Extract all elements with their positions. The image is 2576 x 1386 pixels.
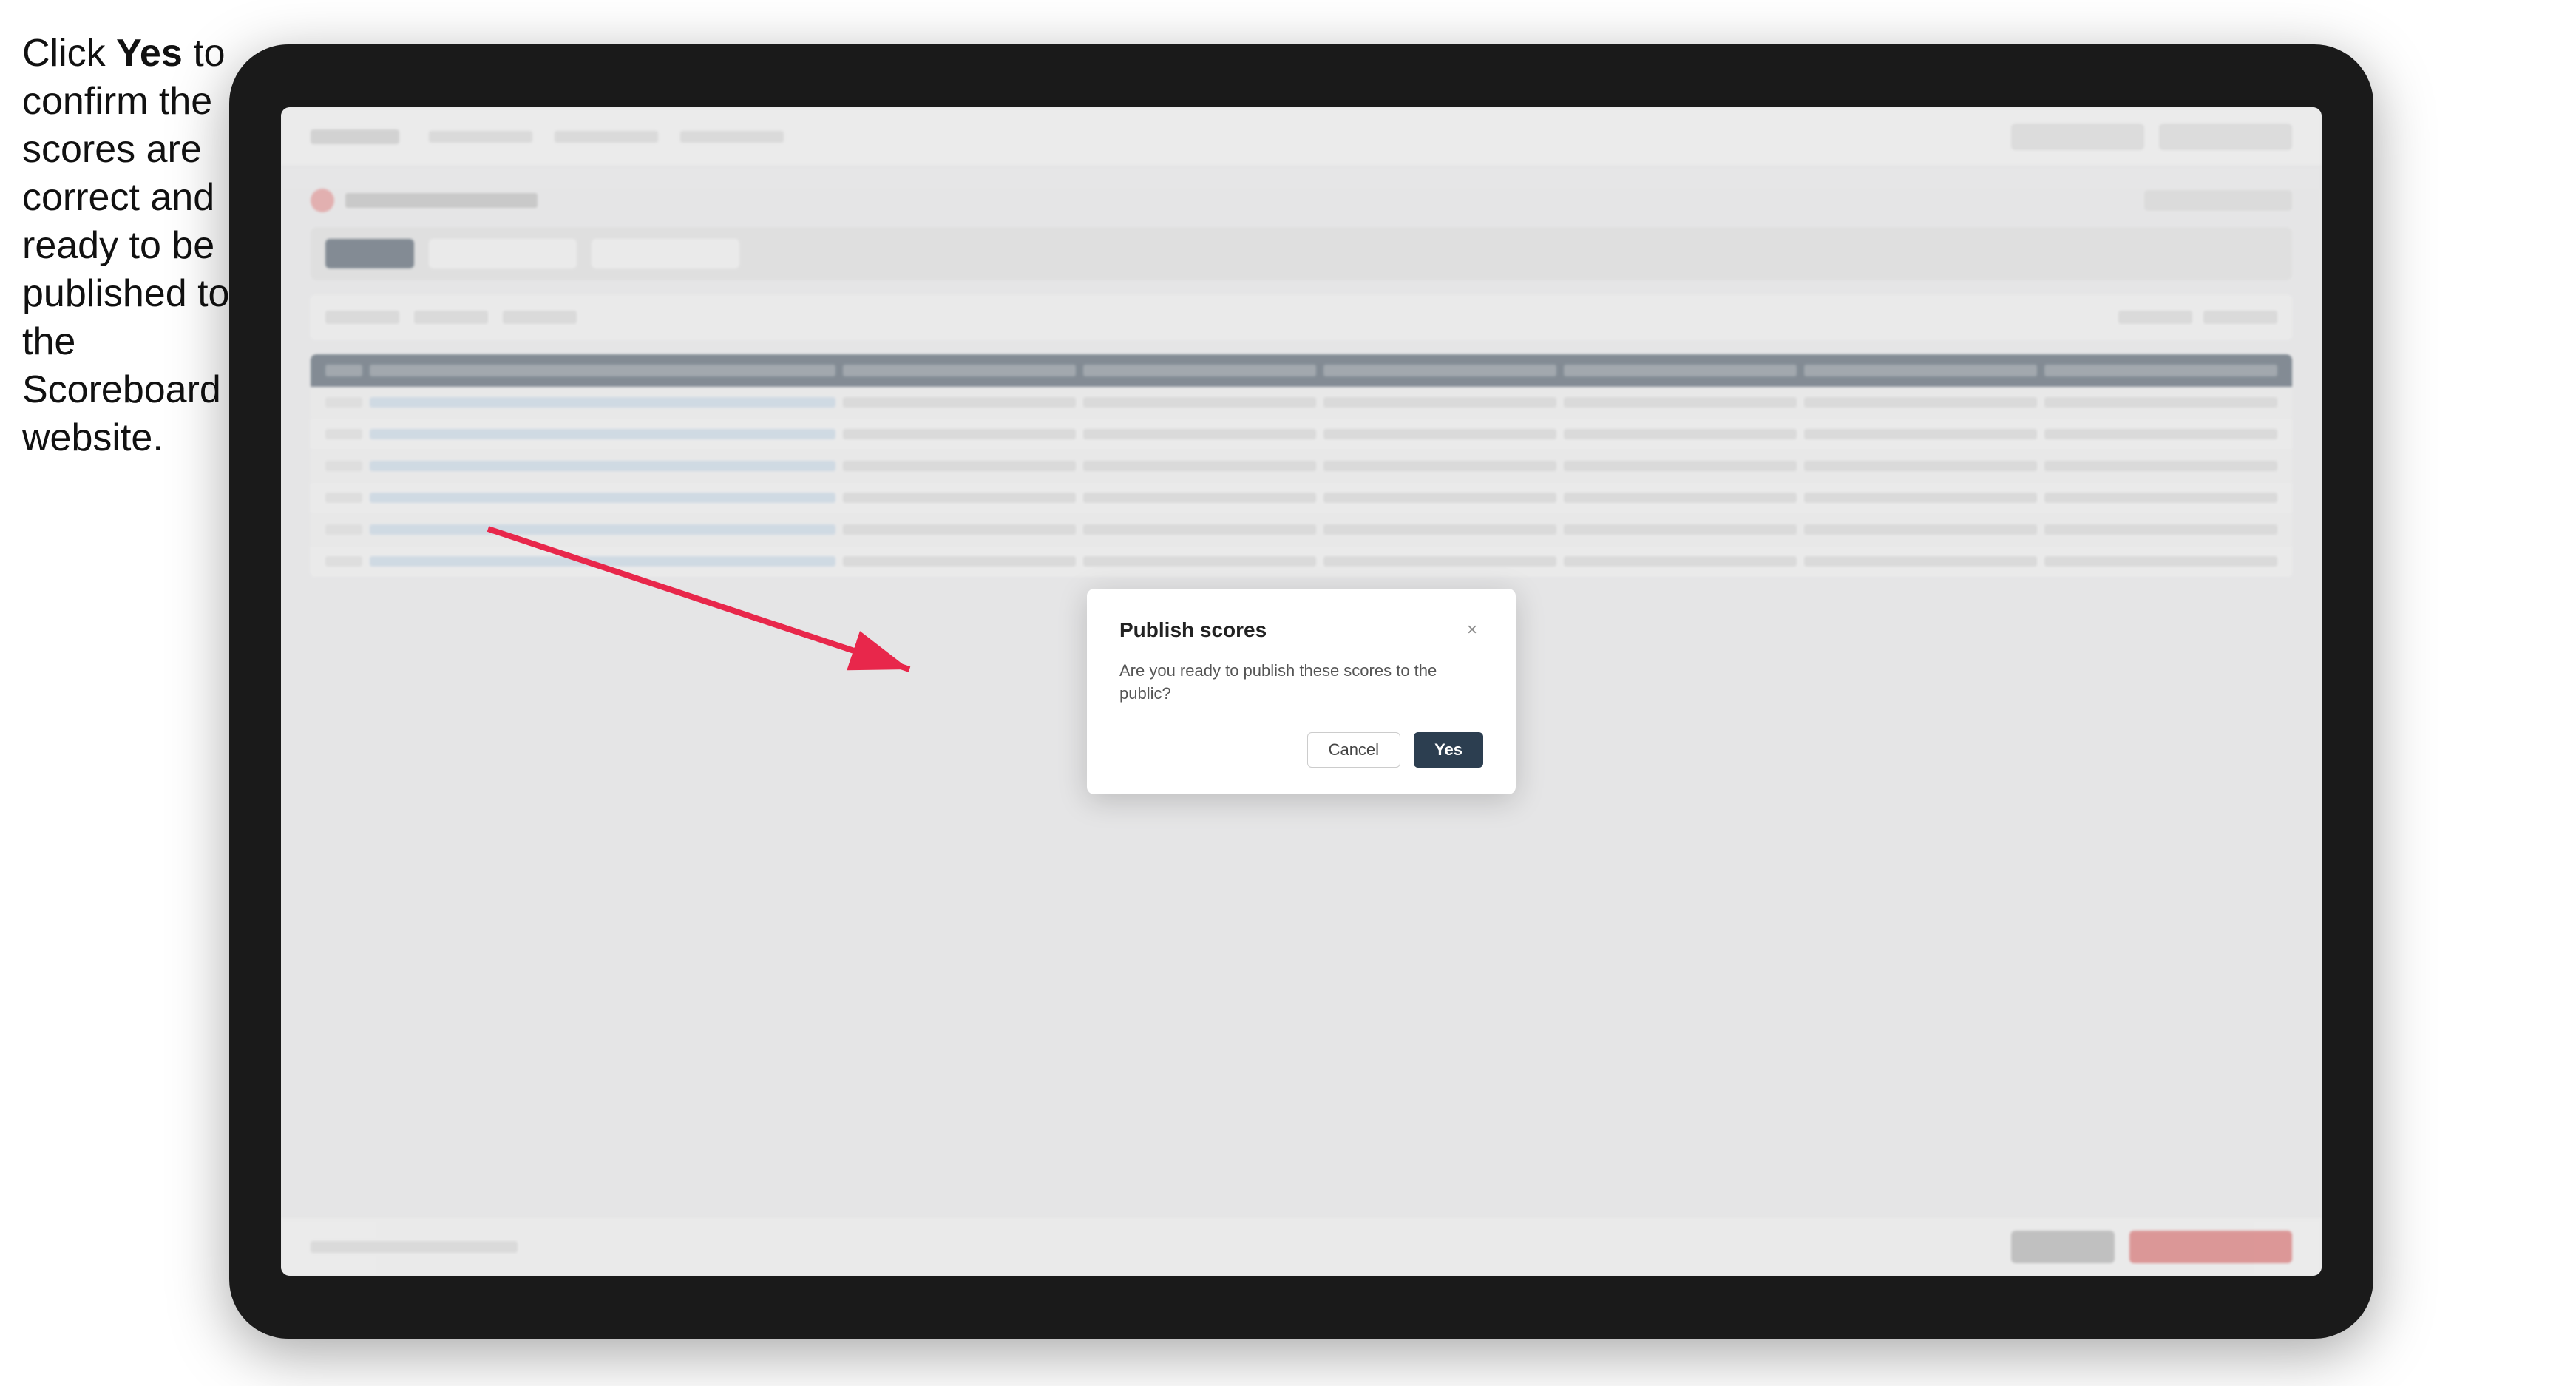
dialog-header: Publish scores × bbox=[1119, 618, 1483, 642]
tablet-shell: Publish scores × Are you ready to publis… bbox=[229, 44, 2373, 1339]
instruction-bold: Yes bbox=[116, 32, 183, 75]
dialog-overlay: Publish scores × Are you ready to publis… bbox=[281, 107, 2322, 1276]
dialog-close-button[interactable]: × bbox=[1461, 619, 1483, 641]
cancel-button[interactable]: Cancel bbox=[1307, 732, 1400, 768]
instruction-prefix: Click bbox=[22, 32, 116, 75]
yes-button[interactable]: Yes bbox=[1414, 732, 1483, 768]
tablet-screen: Publish scores × Are you ready to publis… bbox=[281, 107, 2322, 1276]
dialog-footer: Cancel Yes bbox=[1119, 732, 1483, 768]
instruction-suffix: to confirm the scores are correct and re… bbox=[22, 32, 229, 459]
dialog-body: Are you ready to publish these scores to… bbox=[1119, 660, 1483, 706]
instruction-text: Click Yes to confirm the scores are corr… bbox=[22, 30, 237, 462]
dialog-title: Publish scores bbox=[1119, 618, 1267, 642]
publish-scores-dialog: Publish scores × Are you ready to publis… bbox=[1087, 589, 1516, 794]
